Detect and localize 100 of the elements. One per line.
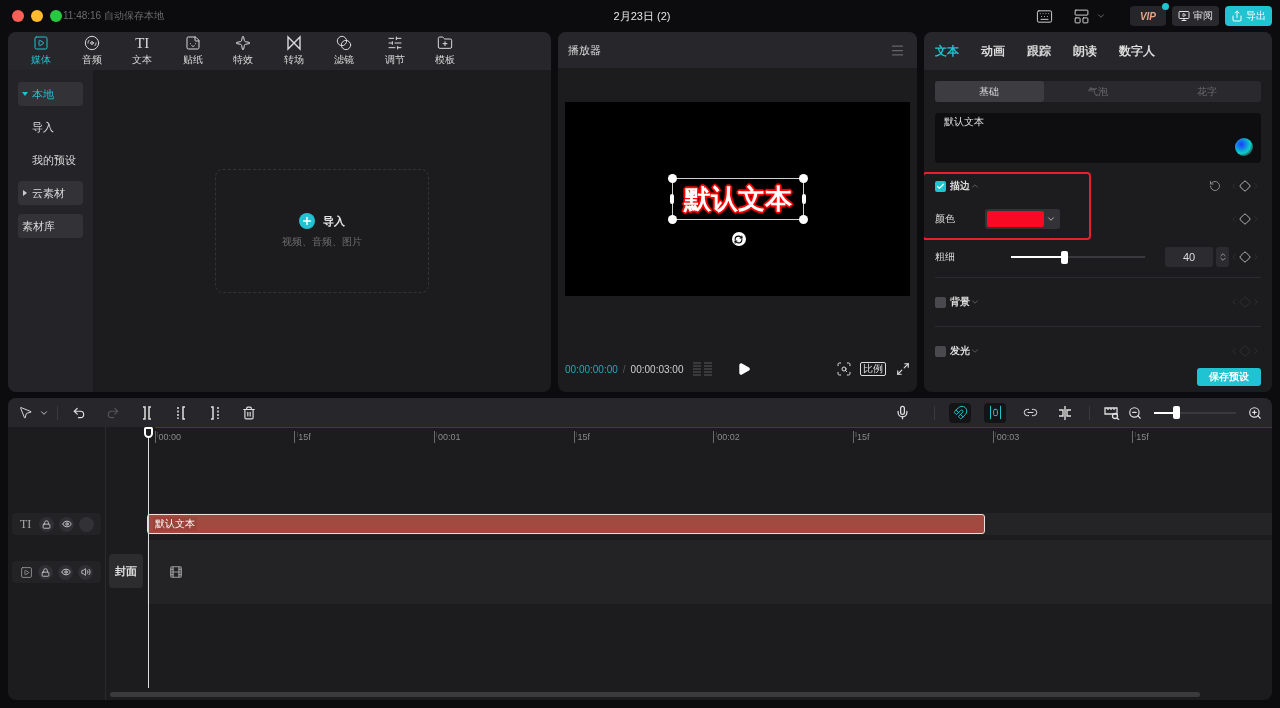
section-label: 描边 — [950, 179, 970, 193]
resize-handle[interactable] — [801, 194, 806, 204]
timeline-toggle[interactable] — [984, 402, 1006, 423]
stepper[interactable] — [1216, 247, 1229, 267]
zoom-out-icon[interactable] — [1128, 405, 1142, 420]
color-orb-icon[interactable] — [1235, 138, 1253, 156]
trim-left-icon[interactable] — [174, 405, 188, 420]
trim-right-icon[interactable] — [208, 405, 222, 420]
import-dropzone[interactable]: 导入 视频、音频、图片 — [215, 169, 429, 293]
inspector-tab[interactable]: 数字人 — [1119, 42, 1155, 60]
media-tab[interactable]: 模板 — [420, 32, 471, 70]
layout-icon[interactable] — [1072, 7, 1090, 25]
number-field[interactable]: 40 — [1165, 247, 1213, 267]
resize-handle[interactable] — [798, 215, 808, 224]
filter-icon — [336, 35, 353, 51]
audio-meter-icon — [693, 362, 714, 376]
field-label: 粗细 — [935, 250, 955, 264]
visibility-button[interactable] — [58, 564, 73, 580]
inspector-tab[interactable]: 动画 — [981, 42, 1005, 60]
media-tab[interactable]: 贴纸 — [167, 32, 218, 70]
text-clip[interactable]: 默认文本 — [146, 514, 985, 534]
media-tab[interactable]: 音频 — [66, 32, 117, 70]
timeline-toggle[interactable] — [949, 402, 971, 423]
caret-icon — [22, 190, 28, 196]
visibility-button[interactable] — [59, 516, 74, 532]
sidebar-item[interactable]: 本地 — [18, 82, 83, 106]
lock-icon — [42, 519, 51, 529]
media-tab[interactable]: 转场 — [268, 32, 319, 70]
minimize-window-button[interactable] — [31, 10, 43, 22]
playhead[interactable] — [143, 427, 153, 688]
slider-thumb[interactable] — [1173, 406, 1181, 419]
field-label: 颜色 — [935, 212, 955, 226]
film-icon — [168, 565, 183, 579]
keyboard-icon[interactable] — [1035, 7, 1053, 25]
delete-icon[interactable] — [242, 405, 256, 420]
reset-icon[interactable] — [1209, 180, 1221, 192]
canvas-text: 默认文本 — [683, 183, 792, 216]
sidebar-item[interactable]: 导入 — [18, 115, 83, 139]
time-separator: / — [622, 363, 626, 375]
microphone-icon[interactable] — [895, 405, 910, 420]
rotate-handle[interactable] — [731, 232, 746, 246]
sidebar-item[interactable]: 云素材 — [18, 181, 83, 205]
eye-icon — [60, 567, 71, 577]
split-icon[interactable] — [140, 405, 154, 420]
resize-handle[interactable] — [669, 194, 674, 204]
zoom-in-icon[interactable] — [1248, 405, 1262, 420]
fullscreen-icon[interactable] — [896, 362, 910, 376]
play-button[interactable] — [737, 362, 752, 376]
cover-button[interactable]: 封面 — [108, 554, 143, 588]
media-tab[interactable]: 媒体 — [16, 32, 67, 70]
aspect-ratio-button[interactable]: 比例 — [860, 362, 886, 376]
media-tab[interactable]: 特效 — [218, 32, 269, 70]
resize-handle[interactable] — [798, 174, 808, 183]
play-icon — [737, 362, 752, 376]
import-button[interactable]: 导入 — [299, 213, 345, 229]
section-checkbox[interactable] — [935, 345, 946, 357]
horizontal-scrollbar[interactable] — [110, 692, 1200, 697]
close-window-button[interactable] — [12, 10, 24, 22]
media-tab[interactable]: 滤镜 — [319, 32, 370, 70]
text-input-field[interactable]: 默认文本 — [935, 113, 1261, 163]
inspector-tab[interactable]: 文本 — [935, 42, 959, 60]
mute-button[interactable] — [78, 564, 93, 580]
sparkle-icon — [235, 35, 252, 51]
segment-tab[interactable]: 基础 — [935, 81, 1044, 102]
zoom-fit-icon[interactable] — [836, 361, 852, 377]
lock-button[interactable] — [39, 516, 54, 532]
resize-handle[interactable] — [667, 215, 677, 224]
export-icon — [1231, 10, 1243, 22]
panel-title: 播放器 — [568, 42, 601, 58]
section-checkbox[interactable] — [935, 296, 946, 308]
vip-button[interactable]: VIP — [1129, 6, 1166, 26]
music-disc-icon — [83, 35, 100, 51]
lock-button[interactable] — [38, 564, 53, 580]
sidebar-item[interactable]: 我的预设 — [18, 148, 83, 172]
check-icon — [936, 181, 945, 191]
undo-icon[interactable] — [72, 405, 86, 420]
lock-icon — [41, 567, 50, 577]
time-ruler[interactable]: 00:00 15f 00:01 15f 00:02 15f 00:03 15f — [154, 427, 1272, 445]
sidebar-item[interactable]: 素材库 — [18, 214, 83, 238]
text-icon: TI — [135, 35, 150, 51]
notification-dot — [1162, 3, 1169, 10]
zoom-window-button[interactable] — [50, 10, 62, 22]
text-track-icon: TI — [20, 516, 34, 532]
slider-thumb[interactable] — [1061, 250, 1069, 264]
media-tab[interactable]: 调节 — [369, 32, 420, 70]
section-label: 发光 — [950, 344, 970, 358]
inspector-tab[interactable]: 朗读 — [1073, 42, 1097, 60]
inspector-tab[interactable]: 跟踪 — [1027, 42, 1051, 60]
pointer-icon[interactable] — [18, 405, 33, 420]
stroke-checkbox[interactable] — [935, 180, 946, 192]
section-label: 背景 — [950, 295, 970, 309]
review-button[interactable]: 审阅 — [1172, 6, 1219, 26]
caret-icon — [22, 91, 28, 97]
color-picker[interactable] — [985, 209, 1060, 229]
ruler-search-icon[interactable] — [1104, 405, 1120, 420]
media-tab[interactable]: TI 文本 — [117, 32, 168, 70]
sliders-icon — [386, 35, 403, 51]
menu-icon[interactable] — [890, 42, 905, 58]
resize-handle[interactable] — [667, 174, 677, 183]
magnet-icon — [952, 405, 968, 420]
